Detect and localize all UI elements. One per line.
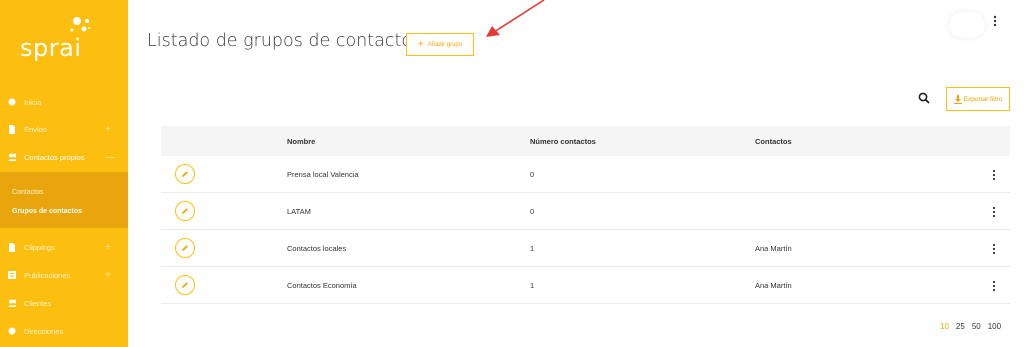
table-row[interactable]: Contactos Economía 1 Ana Martín	[161, 267, 1010, 304]
page-size-10[interactable]: 10	[940, 322, 949, 331]
sidebar-item-label: Inicio	[24, 97, 42, 107]
logo[interactable]: sprai	[20, 16, 110, 66]
column-header-numero-contactos[interactable]: Número contactos	[530, 137, 596, 146]
add-group-button[interactable]: + Añadir grupo	[406, 33, 474, 56]
search-icon[interactable]	[918, 92, 930, 104]
sidebar-item-label: Clientes	[24, 298, 52, 308]
edit-button[interactable]	[175, 238, 195, 258]
edit-button[interactable]	[175, 275, 195, 295]
sidebar-item-inicio[interactable]: Inicio	[0, 92, 128, 112]
kebab-menu-icon[interactable]	[992, 14, 998, 28]
cell-numero-contactos: 1	[530, 244, 535, 253]
sidebar-item-envios[interactable]: Envíos +	[0, 119, 128, 139]
annotation-arrow-icon	[486, 0, 545, 37]
dot-icon	[8, 327, 16, 335]
sidebar-item-clientes[interactable]: Clientes	[0, 293, 128, 313]
page-size-50[interactable]: 50	[972, 322, 981, 331]
page-size-selector: 10 25 50 100	[940, 322, 1001, 331]
export-filter-button[interactable]: Exportar filtro	[946, 87, 1010, 111]
kebab-menu-icon[interactable]	[991, 169, 997, 181]
table-header: Nombre Número contactos Contactos	[161, 126, 1010, 156]
table-row[interactable]: Prensa local Valencia 0	[161, 156, 1010, 193]
doc-icon	[8, 271, 16, 279]
submenu-item-contactos[interactable]: Contactos	[12, 189, 44, 196]
pencil-icon	[182, 171, 188, 177]
kebab-menu-icon[interactable]	[991, 280, 997, 292]
file-icon	[8, 124, 16, 134]
dot-icon	[8, 98, 16, 106]
cell-nombre: Contactos locales	[287, 244, 347, 253]
sidebar-item-publicaciones[interactable]: Publicaciones +	[0, 265, 128, 285]
pencil-icon	[182, 282, 188, 288]
table-row[interactable]: LATAM 0	[161, 193, 1010, 230]
sidebar-item-label: Direcciones	[24, 326, 64, 336]
submenu-item-grupos[interactable]: Grupos de contactos	[12, 208, 82, 215]
cell-nombre: LATAM	[287, 207, 311, 216]
sidebar: sprai Inicio Envíos + Contactos propios …	[0, 0, 128, 347]
table-row[interactable]: Contactos locales 1 Ana Martín	[161, 230, 1010, 267]
cell-nombre: Contactos Economía	[287, 281, 357, 290]
plus-icon: +	[417, 38, 424, 50]
cell-nombre: Prensa local Valencia	[287, 170, 359, 179]
people-icon	[8, 153, 16, 161]
pencil-icon	[182, 208, 188, 214]
sidebar-item-label: Contactos propios	[24, 152, 85, 162]
page-title: Listado de grupos de contactos	[147, 31, 422, 51]
sidebar-item-contactos-propios[interactable]: Contactos propios —	[0, 147, 128, 167]
sidebar-item-clippings[interactable]: Clippings +	[0, 237, 128, 257]
edit-button[interactable]	[175, 201, 195, 221]
people-icon	[8, 299, 16, 307]
cell-numero-contactos: 0	[530, 170, 535, 179]
download-icon	[953, 94, 962, 104]
page-size-100[interactable]: 100	[988, 322, 1001, 331]
sidebar-item-direcciones[interactable]: Direcciones	[0, 321, 128, 341]
submenu-contactos: Contactos Grupos de contactos	[0, 172, 128, 228]
add-group-label: Añadir grupo	[427, 41, 463, 48]
file-icon	[8, 242, 16, 252]
expand-icon[interactable]: +	[105, 124, 111, 135]
column-header-nombre[interactable]: Nombre	[287, 137, 315, 146]
sidebar-item-label: Publicaciones	[24, 270, 71, 280]
cell-numero-contactos: 0	[530, 207, 535, 216]
sidebar-item-label: Envíos	[24, 124, 47, 134]
collapse-icon[interactable]: —	[105, 152, 115, 163]
cell-contactos: Ana Martín	[755, 244, 792, 253]
cell-contactos: Ana Martín	[755, 281, 792, 290]
pencil-icon	[182, 245, 188, 251]
export-filter-label: Exportar filtro	[963, 95, 1003, 103]
kebab-menu-icon[interactable]	[991, 243, 997, 255]
sidebar-item-label: Clippings	[24, 242, 55, 252]
expand-icon[interactable]: +	[105, 270, 111, 281]
kebab-menu-icon[interactable]	[991, 206, 997, 218]
expand-icon[interactable]: +	[105, 242, 111, 253]
edit-button[interactable]	[175, 164, 195, 184]
avatar[interactable]	[949, 12, 985, 38]
page-size-25[interactable]: 25	[956, 322, 965, 331]
logo-text: sprai	[20, 34, 82, 62]
cell-numero-contactos: 1	[530, 281, 535, 290]
column-header-contactos[interactable]: Contactos	[755, 137, 792, 146]
